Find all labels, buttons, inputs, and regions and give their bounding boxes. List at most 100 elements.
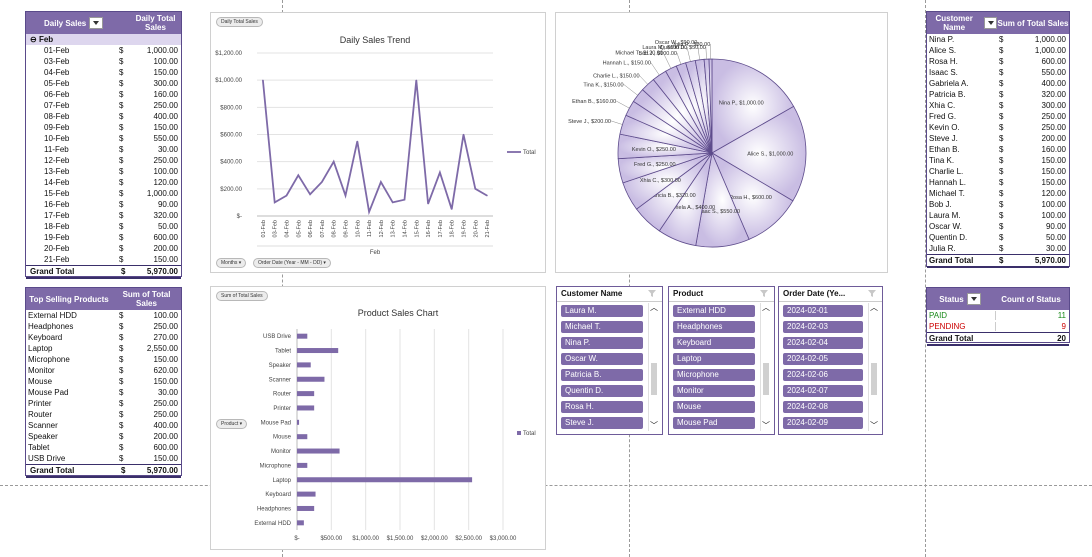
daily-sales-trend-chart[interactable]: Daily Total Sales Daily Sales Trend $- $20… (210, 12, 546, 273)
table-row[interactable]: 13-Feb $100.00 (26, 166, 181, 177)
slicer-item[interactable]: 2024-02-03 (783, 321, 863, 333)
table-row[interactable]: 05-Feb $300.00 (26, 78, 181, 89)
slicer-item[interactable]: Mouse Pad (673, 417, 755, 429)
filter-product-button[interactable]: Product ▾ (216, 419, 248, 429)
filter-date-button[interactable]: Order Date (Year - MM - DD) ▾ (253, 258, 331, 268)
table-row[interactable]: 10-Feb $550.00 (26, 133, 181, 144)
slicer-item[interactable]: 2024-02-05 (783, 353, 863, 365)
table-row[interactable]: Mouse Pad $30.00 (26, 387, 181, 398)
table-row[interactable]: Alice S. $1,000.00 (927, 45, 1069, 56)
slicer-item[interactable]: 2024-02-08 (783, 401, 863, 413)
scroll-up-icon[interactable]: ︿ (649, 303, 659, 313)
clear-filter-icon[interactable] (760, 290, 768, 297)
table-row[interactable]: 04-Feb $150.00 (26, 67, 181, 78)
table-row[interactable]: Laura M. $100.00 (927, 210, 1069, 221)
slicer-item[interactable]: Patricia B. (561, 369, 643, 381)
table-row[interactable]: Gabriela A. $400.00 (927, 78, 1069, 89)
scroll-up-icon[interactable]: ︿ (761, 303, 771, 313)
table-row[interactable]: Keyboard $270.00 (26, 332, 181, 343)
table-row[interactable]: External HDD $100.00 (26, 310, 181, 321)
slicer-item[interactable]: Michael T. (561, 321, 643, 333)
slicer-item[interactable]: Rosa H. (561, 401, 643, 413)
slicer-item[interactable]: Microphone (673, 369, 755, 381)
slicer-item[interactable]: Keyboard (673, 337, 755, 349)
filter-months-button[interactable]: Months ▾ (216, 258, 247, 268)
slicer-item[interactable]: 2024-02-06 (783, 369, 863, 381)
table-row[interactable]: Nina P. $1,000.00 (927, 34, 1069, 45)
table-row[interactable]: 20-Feb $200.00 (26, 243, 181, 254)
slicer-item[interactable]: Monitor (673, 385, 755, 397)
table-row[interactable]: Tablet $600.00 (26, 442, 181, 453)
customer-sales-pivot-table[interactable]: Customer Name Sum of Total Sales Nina P.… (926, 11, 1070, 268)
table-row[interactable]: Microphone $150.00 (26, 354, 181, 365)
table-row[interactable]: 01-Feb $1,000.00 (26, 45, 181, 56)
scroll-down-icon[interactable]: ﹀ (761, 421, 771, 431)
scroll-thumb[interactable] (651, 363, 657, 395)
table-row[interactable]: 11-Feb $30.00 (26, 144, 181, 155)
table-row[interactable]: Xhia C. $300.00 (927, 100, 1069, 111)
table-row[interactable]: 12-Feb $250.00 (26, 155, 181, 166)
slicer-item[interactable]: Steve J. (561, 417, 643, 429)
table-row[interactable]: 15-Feb $1,000.00 (26, 188, 181, 199)
slicer-item[interactable]: Headphones (673, 321, 755, 333)
daily-sales-pivot-table[interactable]: Daily Sales Daily Total Sales ⊖ Feb 01-F… (25, 11, 182, 279)
table-row[interactable]: Scanner $400.00 (26, 420, 181, 431)
top-products-pivot-table[interactable]: Top Selling Products Sum of Total Sales … (25, 287, 182, 478)
slicer-item[interactable]: External HDD (673, 305, 755, 317)
table-row[interactable]: Charlie L. $150.00 (927, 166, 1069, 177)
table-row[interactable]: Quentin D. $50.00 (927, 232, 1069, 243)
table-row[interactable]: 06-Feb $160.00 (26, 89, 181, 100)
table-row[interactable]: USB Drive $150.00 (26, 453, 181, 464)
sort-dropdown-icon[interactable] (984, 17, 997, 29)
slicer-item[interactable]: Mouse (673, 401, 755, 413)
table-row[interactable]: Julia R. $30.00 (927, 243, 1069, 254)
table-row[interactable]: 09-Feb $150.00 (26, 122, 181, 133)
slicer-scrollbar[interactable]: ︿ ﹀ (760, 303, 771, 431)
table-row[interactable]: 07-Feb $250.00 (26, 100, 181, 111)
slicer-item[interactable]: Quentin D. (561, 385, 643, 397)
table-row[interactable]: PENDING 9 (927, 321, 1069, 332)
table-row[interactable]: Bob J. $100.00 (927, 199, 1069, 210)
table-row[interactable]: 18-Feb $50.00 (26, 221, 181, 232)
table-row[interactable]: Speaker $200.00 (26, 431, 181, 442)
table-row[interactable]: 14-Feb $120.00 (26, 177, 181, 188)
slicer-item[interactable]: Laura M. (561, 305, 643, 317)
customer-name-slicer[interactable]: Customer Name Laura M. Michael T. Nina P. O… (556, 286, 663, 435)
scroll-thumb[interactable] (871, 363, 877, 395)
scroll-up-icon[interactable]: ︿ (869, 303, 879, 313)
table-row[interactable]: 19-Feb $600.00 (26, 232, 181, 243)
slicer-scrollbar[interactable]: ︿ ﹀ (648, 303, 659, 431)
table-row[interactable]: Isaac S. $550.00 (927, 67, 1069, 78)
table-row[interactable]: Hannah L. $150.00 (927, 177, 1069, 188)
clear-filter-icon[interactable] (868, 290, 876, 297)
slicer-item[interactable]: 2024-02-01 (783, 305, 863, 317)
scroll-down-icon[interactable]: ﹀ (649, 421, 659, 431)
table-row[interactable]: Mouse $150.00 (26, 376, 181, 387)
table-row[interactable]: 21-Feb $150.00 (26, 254, 181, 265)
scroll-down-icon[interactable]: ﹀ (869, 421, 879, 431)
table-row[interactable]: Oscar W. $90.00 (927, 221, 1069, 232)
table-row[interactable]: Headphones $250.00 (26, 321, 181, 332)
product-sales-chart[interactable]: Sum of Total Sales Product Sales Chart $-… (210, 286, 546, 550)
table-row[interactable]: 03-Feb $100.00 (26, 56, 181, 67)
slicer-item[interactable]: Oscar W. (561, 353, 643, 365)
filter-dropdown-icon[interactable] (89, 17, 104, 29)
table-row[interactable]: Tina K. $150.00 (927, 155, 1069, 166)
status-pivot-table[interactable]: Status Count of Status PAID 11 PENDING 9 Gr… (926, 287, 1070, 346)
table-row[interactable]: Patricia B. $320.00 (927, 89, 1069, 100)
clear-filter-icon[interactable] (648, 290, 656, 297)
product-slicer[interactable]: Product External HDD Headphones Keyboard La… (668, 286, 775, 435)
slicer-item[interactable]: 2024-02-09 (783, 417, 863, 429)
table-row[interactable]: Router $250.00 (26, 409, 181, 420)
table-row[interactable]: Steve J. $200.00 (927, 133, 1069, 144)
slicer-scrollbar[interactable]: ︿ ﹀ (868, 303, 879, 431)
table-row[interactable]: 17-Feb $320.00 (26, 210, 181, 221)
table-row[interactable]: Fred G. $250.00 (927, 111, 1069, 122)
group-row[interactable]: ⊖ Feb (26, 34, 181, 45)
customer-sales-pie-chart[interactable]: Nina P., $1,000.00 Alice S., $1,000.00 Ros… (555, 12, 888, 273)
table-row[interactable]: Kevin O. $250.00 (927, 122, 1069, 133)
table-row[interactable]: 16-Feb $90.00 (26, 199, 181, 210)
slicer-item[interactable]: 2024-02-07 (783, 385, 863, 397)
table-row[interactable]: Laptop $2,550.00 (26, 343, 181, 354)
order-date-slicer[interactable]: Order Date (Ye... 2024-02-01 2024-02-03 20… (778, 286, 883, 435)
